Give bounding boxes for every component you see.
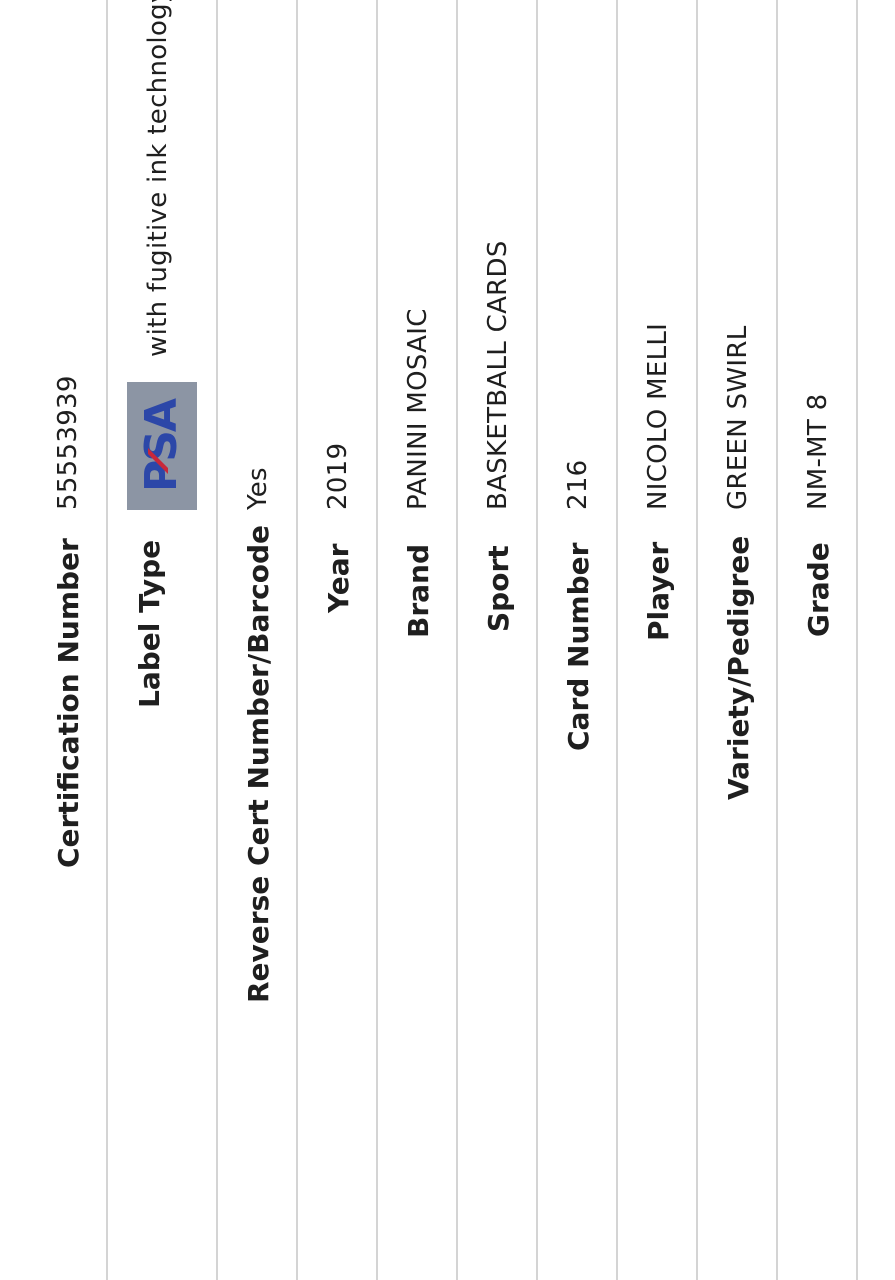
svg-text:PSA: PSA bbox=[136, 398, 187, 492]
sport-value: BASKETBALL CARDS bbox=[483, 240, 513, 510]
grade-label: Grade bbox=[802, 542, 835, 637]
year-value: 2019 bbox=[323, 442, 353, 510]
psa-logo: PSA bbox=[127, 382, 197, 510]
player-label: Player bbox=[642, 541, 675, 641]
row-divider bbox=[376, 0, 378, 1280]
row-divider bbox=[456, 0, 458, 1280]
variety-pedigree-value: GREEN SWIRL bbox=[723, 325, 753, 510]
row-divider bbox=[296, 0, 298, 1280]
row-divider bbox=[106, 0, 108, 1280]
reverse-cert-label: Reverse Cert Number/Barcode bbox=[242, 524, 275, 1003]
row-divider bbox=[776, 0, 778, 1280]
card-number-value: 216 bbox=[563, 459, 593, 510]
brand-value: PANINI MOSAIC bbox=[403, 308, 433, 510]
reverse-cert-value: Yes bbox=[243, 467, 273, 510]
sport-label: Sport bbox=[482, 545, 515, 632]
row-divider bbox=[856, 0, 858, 1280]
card-number-label: Card Number bbox=[562, 542, 595, 751]
brand-label: Brand bbox=[402, 543, 435, 638]
player-value: NICOLO MELLI bbox=[643, 322, 673, 510]
row-divider bbox=[616, 0, 618, 1280]
label-type-value: with fugitive ink technology bbox=[143, 0, 173, 357]
year-label: Year bbox=[322, 543, 355, 613]
label-type-label: Label Type bbox=[133, 539, 166, 708]
variety-pedigree-label: Variety/Pedigree bbox=[722, 535, 755, 800]
certification-number-value: 55553939 bbox=[53, 375, 83, 510]
row-divider bbox=[536, 0, 538, 1280]
certification-number-label: Certification Number bbox=[52, 538, 85, 868]
grade-value: NM-MT 8 bbox=[803, 393, 833, 511]
row-divider bbox=[696, 0, 698, 1280]
row-divider bbox=[216, 0, 218, 1280]
